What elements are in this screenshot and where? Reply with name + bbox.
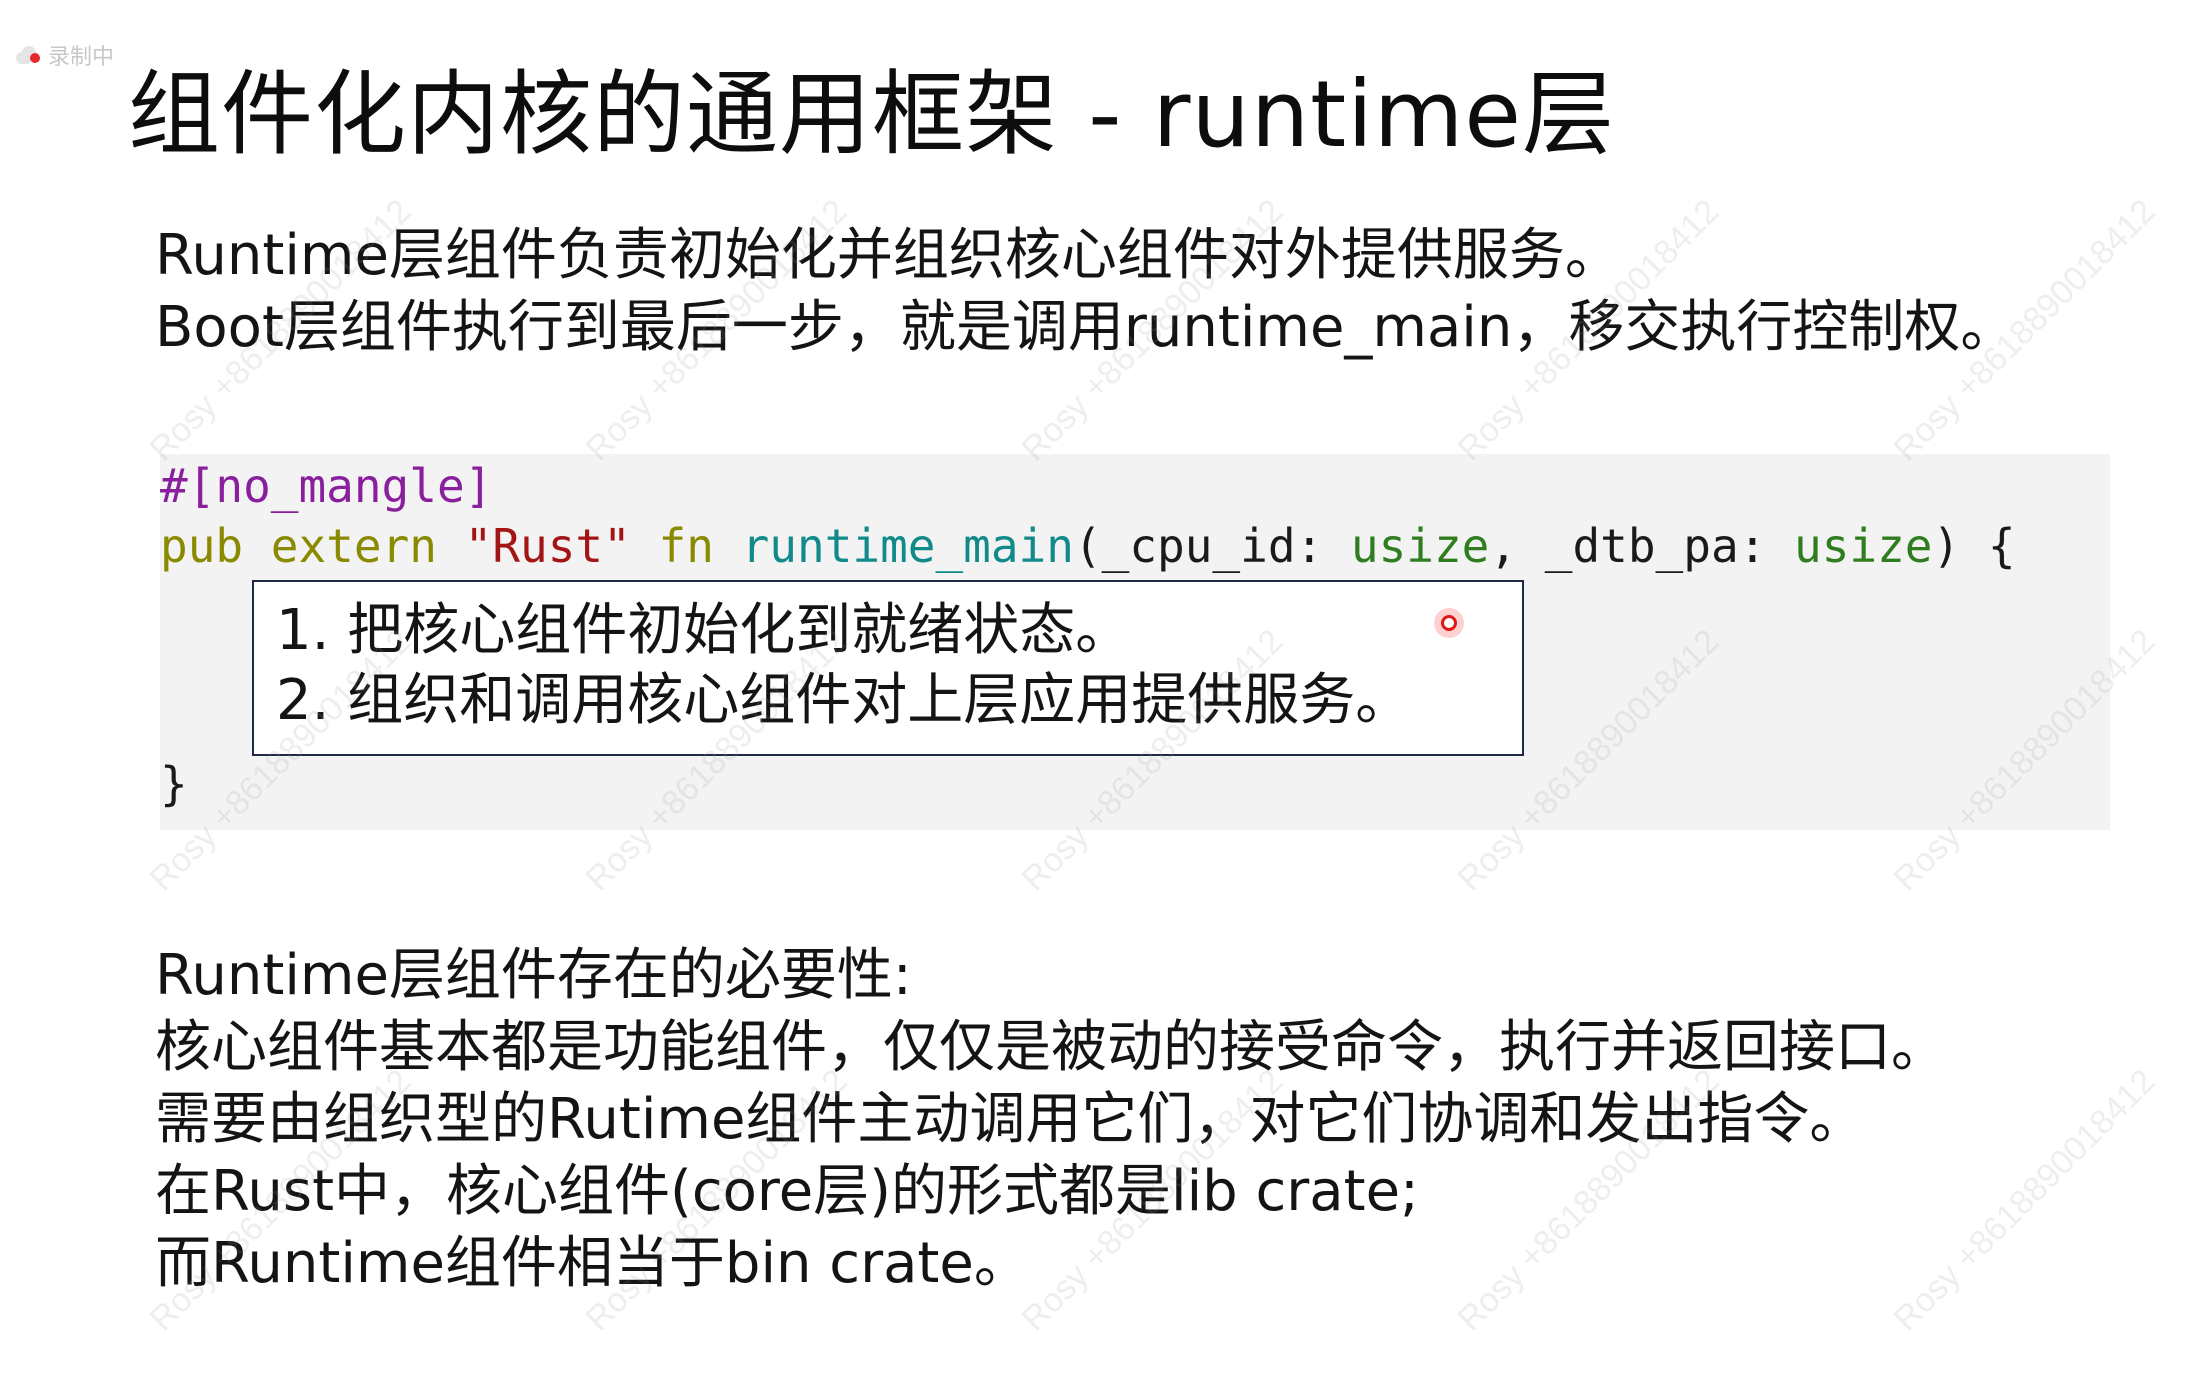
code-abi-string: "Rust": [464, 519, 631, 573]
intro-line: Runtime层组件负责初始化并组织核心组件对外提供服务。: [155, 223, 1621, 288]
code-open-brace: ) {: [1932, 519, 2016, 573]
code-param-1: (_cpu_id:: [1073, 519, 1351, 573]
callout-item: 1. 把核心组件初始化到就绪状态。: [276, 598, 1132, 663]
code-type-2: usize: [1794, 519, 1933, 573]
necessity-heading: Runtime层组件存在的必要性:: [155, 943, 912, 1008]
callout-box: 1. 把核心组件初始化到就绪状态。 2. 组织和调用核心组件对上层应用提供服务。: [252, 580, 1524, 756]
necessity-line: 在Rust中，核心组件(core层)的形式都是lib crate;: [155, 1159, 1419, 1224]
callout-item: 2. 组织和调用核心组件对上层应用提供服务。: [276, 668, 1412, 733]
code-function-name: runtime_main: [741, 519, 1074, 573]
intro-paragraph: Runtime层组件负责初始化并组织核心组件对外提供服务。 Boot层组件执行到…: [155, 220, 2016, 364]
code-keyword-extern: extern: [243, 519, 465, 573]
code-param-2: , _dtb_pa:: [1489, 519, 1795, 573]
intro-line: Boot层组件执行到最后一步，就是调用runtime_main，移交执行控制权。: [155, 295, 2017, 360]
code-keyword-pub: pub: [160, 519, 244, 573]
code-line-attribute: #[no_mangle]: [160, 456, 492, 516]
code-line-close: }: [160, 754, 188, 814]
code-line-signature: pub extern "Rust" fn runtime_main(_cpu_i…: [160, 516, 2016, 576]
recording-cloud-icon: [16, 46, 42, 64]
necessity-paragraph: Runtime层组件存在的必要性: 核心组件基本都是功能组件，仅仅是被动的接受命…: [155, 940, 1947, 1300]
code-type-1: usize: [1350, 519, 1490, 573]
laser-pointer-icon: [1434, 608, 1464, 638]
necessity-line: 需要由组织型的Rutime组件主动调用它们，对它们协调和发出指令。: [155, 1087, 1866, 1152]
code-keyword-fn: fn: [630, 519, 742, 573]
recording-label: 录制中: [48, 45, 115, 70]
code-close-brace: }: [160, 757, 188, 811]
necessity-line: 核心组件基本都是功能组件，仅仅是被动的接受命令，执行并返回接口。: [155, 1015, 1947, 1080]
necessity-line: 而Runtime组件相当于bin crate。: [155, 1231, 1030, 1296]
code-attribute: #[no_mangle]: [160, 459, 493, 513]
slide-title: 组件化内核的通用框架 - runtime层: [128, 61, 1615, 168]
recording-badge: 录制中: [16, 40, 114, 70]
